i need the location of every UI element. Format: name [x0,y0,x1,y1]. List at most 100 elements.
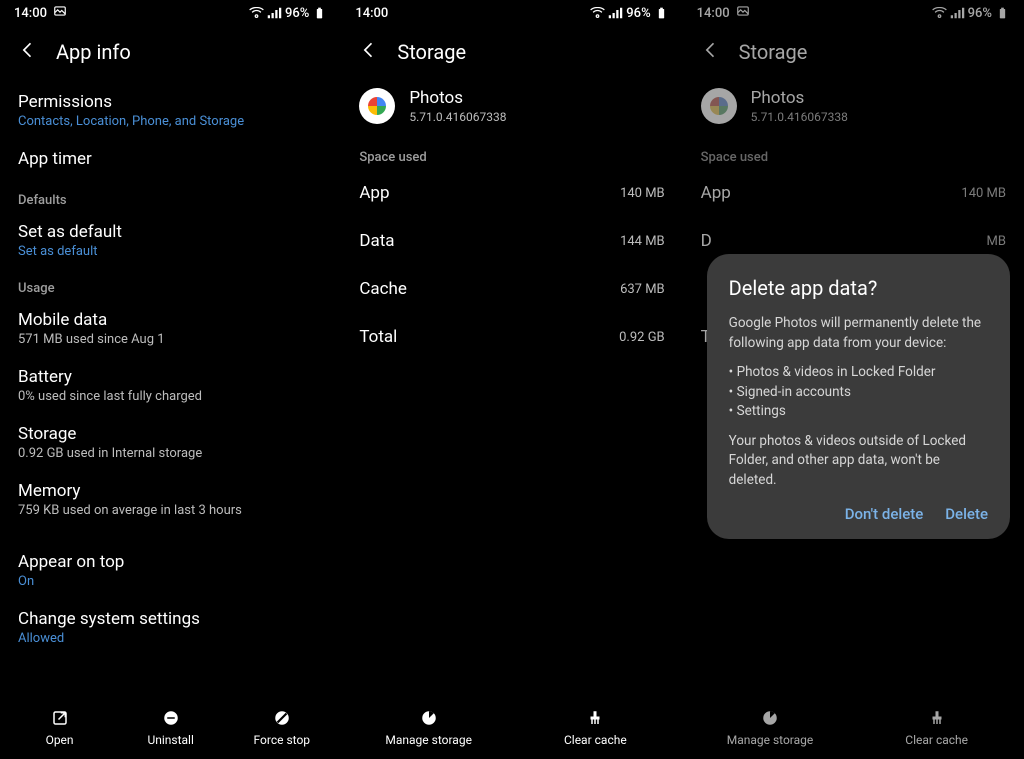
back-icon[interactable] [359,40,379,64]
mobile-data-item[interactable]: Mobile data 571 MB used since Aug 1 [18,300,323,357]
battery-icon [312,7,327,19]
item-title: Set as default [18,222,323,242]
clear-cache-button[interactable]: Clear cache [853,708,1020,747]
defaults-head: Defaults [18,181,323,212]
content: Photos 5.71.0.416067338 Space used App 1… [341,82,682,697]
screen-app-info: 14:00 96% App info Permissions Contacts,… [0,0,341,759]
item-sub: On [18,574,323,589]
row-val: 637 MB [620,282,665,297]
row-val: 140 MB [620,186,665,201]
uninstall-button[interactable]: Uninstall [115,708,226,747]
dialog-bullet: Signed-in accounts [729,383,988,403]
open-button[interactable]: Open [4,708,115,747]
wifi-icon [249,7,264,19]
picture-icon [736,4,750,22]
appear-on-top-item[interactable]: Appear on top On [18,542,323,599]
item-sub: Set as default [18,244,323,259]
bb-label: Manage storage [727,733,814,747]
app-name: Photos [751,88,848,108]
permissions-item[interactable]: Permissions Contacts, Location, Phone, a… [18,82,323,139]
battery-item[interactable]: Battery 0% used since last fully charged [18,357,323,414]
bb-label: Uninstall [147,733,193,747]
header: App info [0,26,341,82]
page-title: App info [56,40,131,64]
google-photos-icon [701,88,737,124]
row-key: Cache [359,279,407,299]
item-title: Change system settings [18,609,323,629]
clear-cache-button[interactable]: Clear cache [512,708,679,747]
battery-pct: 96% [285,6,309,21]
row-app: App 140 MB [701,169,1006,217]
dialog-body: Google Photos will permanently delete th… [729,314,988,491]
pie-icon [760,708,780,728]
row-val: 0.92 GB [619,330,665,345]
battery-pct: 96% [626,6,650,21]
pie-icon [419,708,439,728]
bottom-bar: Manage storage Clear cache [683,697,1024,759]
row-val: MB [987,234,1006,249]
page-title: Storage [397,40,466,64]
delete-button[interactable]: Delete [945,505,988,523]
bb-label: Clear cache [905,733,968,747]
status-time: 14:00 [14,6,47,21]
dialog-title: Delete app data? [729,276,988,300]
page-title: Storage [739,40,808,64]
row-key: App [359,183,389,203]
back-icon[interactable] [701,40,721,64]
screen-storage-dialog: 14:00 96% Storage [683,0,1024,759]
storage-item[interactable]: Storage 0.92 GB used in Internal storage [18,414,323,471]
battery-pct: 96% [968,6,992,21]
forbid-icon [272,708,292,728]
item-title: Permissions [18,92,323,112]
brush-icon [585,708,605,728]
app-timer-item[interactable]: App timer [18,139,323,181]
bottom-bar: Open Uninstall Force stop [0,697,341,759]
row-key: D [701,231,712,251]
force-stop-button[interactable]: Force stop [226,708,337,747]
item-title: Memory [18,481,323,501]
row-val: 140 MB [961,186,1006,201]
app-version: 5.71.0.416067338 [409,110,506,124]
space-used-head: Space used [359,138,664,169]
bb-label: Clear cache [564,733,627,747]
row-val: 144 MB [620,234,665,249]
space-used-head: Space used [701,138,1006,169]
bb-label: Open [46,733,74,747]
row-total: Total 0.92 GB [359,313,664,361]
header: Storage [341,26,682,82]
manage-storage-button[interactable]: Manage storage [345,708,512,747]
item-sub: 0% used since last fully charged [18,389,323,404]
dont-delete-button[interactable]: Don't delete [845,505,924,523]
status-time: 14:00 [355,6,388,21]
item-title: Appear on top [18,552,323,572]
manage-storage-button[interactable]: Manage storage [687,708,854,747]
app-header: Photos 5.71.0.416067338 [359,82,664,138]
row-cache: Cache 637 MB [359,265,664,313]
row-app: App 140 MB [359,169,664,217]
change-sys-item[interactable]: Change system settings Allowed [18,599,323,656]
battery-icon [995,7,1010,19]
bb-label: Manage storage [385,733,472,747]
row-key: Total [359,327,397,347]
item-sub: Contacts, Location, Phone, and Storage [18,114,323,129]
item-sub: 759 KB used on average in last 3 hours [18,503,323,518]
back-icon[interactable] [18,40,38,64]
set-default-item[interactable]: Set as default Set as default [18,212,323,269]
signal-icon [267,7,282,19]
dialog-actions: Don't delete Delete [729,505,988,523]
wifi-icon [932,7,947,19]
dialog-bullet: Photos & videos in Locked Folder [729,363,988,383]
bottom-bar: Manage storage Clear cache [341,697,682,759]
app-name: Photos [409,88,506,108]
item-sub: 0.92 GB used in Internal storage [18,446,323,461]
memory-item[interactable]: Memory 759 KB used on average in last 3 … [18,471,323,528]
bb-label: Force stop [254,733,311,747]
brush-icon [927,708,947,728]
app-version: 5.71.0.416067338 [751,110,848,124]
status-bar: 14:00 96% [0,0,341,26]
dialog-bullet: Settings [729,402,988,422]
google-photos-icon [359,88,395,124]
signal-icon [950,7,965,19]
dialog-lead: Google Photos will permanently delete th… [729,314,988,353]
screen-storage: 14:00 96% Storage Photos 5 [341,0,682,759]
